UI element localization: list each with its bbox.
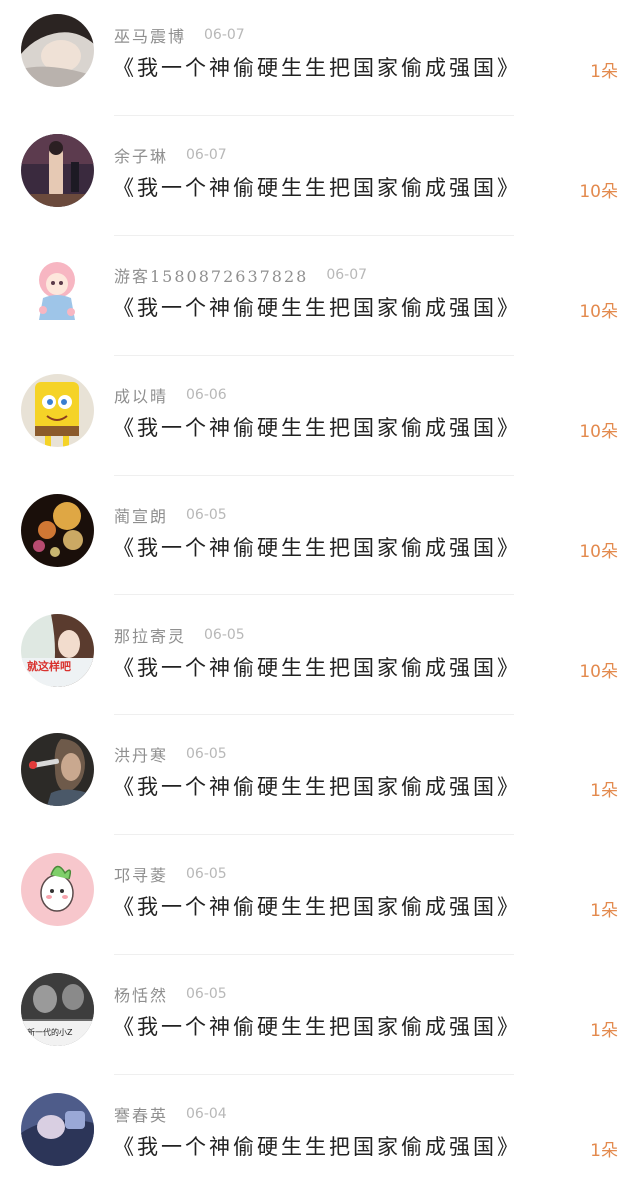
list-item[interactable]: 洪丹寒 06-05 《我一个神偷硬生生把国家偷成强国》 1朵: [0, 719, 640, 839]
user-name: 那拉寄灵: [114, 626, 187, 646]
gift-count: 10朵: [579, 301, 618, 322]
avatar-caption: 就这样吧: [27, 659, 71, 673]
date: 06-05: [204, 626, 245, 643]
divider: [114, 474, 514, 476]
list-item[interactable]: 新一代的小Z 杨恬然 06-05 《我一个神偷硬生生把国家偷成强国》 1朵: [0, 959, 640, 1079]
book-title: 《我一个神偷硬生生把国家偷成强国》: [113, 655, 521, 680]
date: 06-05: [186, 746, 227, 763]
book-title: 《我一个神偷硬生生把国家偷成强国》: [113, 295, 521, 320]
list-item[interactable]: 游客1580872637828 06-07 《我一个神偷硬生生把国家偷成强国》 …: [0, 240, 640, 360]
user-name: 蔺宣朗: [114, 506, 169, 526]
name-line: 洪丹寒 06-05: [114, 743, 227, 765]
date: 06-07: [204, 27, 245, 43]
name-line: 余子琳 06-07: [114, 144, 227, 166]
book-title: 《我一个神偷硬生生把国家偷成强国》: [113, 775, 521, 800]
date: 06-06: [186, 386, 227, 403]
list-item[interactable]: 就这样吧 那拉寄灵 06-05 《我一个神偷硬生生把国家偷成强国》 10朵: [0, 600, 640, 720]
avatar-caption: 新一代的小Z: [27, 1027, 73, 1037]
book-title: 《我一个神偷硬生生把国家偷成强国》: [113, 535, 521, 560]
date: 06-07: [186, 146, 227, 163]
gift-count: 1朵: [590, 1021, 618, 1042]
gift-count: 10朵: [579, 421, 618, 442]
date: 06-07: [326, 266, 368, 283]
avatar[interactable]: [21, 853, 94, 927]
name-line: 杨恬然 06-05: [114, 983, 227, 1005]
divider: [114, 834, 514, 836]
user-name: 余子琳: [114, 146, 169, 166]
avatar[interactable]: [21, 373, 94, 447]
avatar[interactable]: [21, 14, 94, 87]
name-line: 謇春英 06-04: [114, 1103, 227, 1125]
divider: [114, 114, 514, 116]
book-title: 《我一个神偷硬生生把国家偷成强国》: [113, 175, 521, 200]
avatar[interactable]: [21, 733, 94, 807]
user-name: 邛寻菱: [114, 866, 169, 886]
gift-count: 1朵: [590, 781, 618, 802]
list-item[interactable]: 蔺宣朗 06-05 《我一个神偷硬生生把国家偷成强国》 10朵: [0, 480, 640, 600]
avatar[interactable]: [21, 1093, 94, 1167]
book-title: 《我一个神偷硬生生把国家偷成强国》: [113, 1135, 521, 1160]
divider: [114, 954, 514, 956]
date: 06-05: [186, 506, 227, 523]
user-name: 游客1580872637828: [114, 266, 309, 286]
gift-list: 巫马震博 06-07 《我一个神偷硬生生把国家偷成强国》 1朵 余子琳 06-0…: [0, 0, 640, 1199]
avatar[interactable]: 新一代的小Z: [21, 973, 94, 1047]
user-name: 謇春英: [114, 1106, 169, 1126]
list-item[interactable]: 余子琳 06-07 《我一个神偷硬生生把国家偷成强国》 10朵: [0, 120, 640, 240]
name-line: 蔺宣朗 06-05: [114, 504, 227, 526]
gift-count: 1朵: [590, 901, 618, 922]
divider: [114, 594, 514, 596]
gift-count: 10朵: [579, 181, 618, 202]
name-line: 巫马震博 06-07: [114, 24, 245, 46]
list-item[interactable]: 成以晴 06-06 《我一个神偷硬生生把国家偷成强国》 10朵: [0, 360, 640, 480]
book-title: 《我一个神偷硬生生把国家偷成强国》: [113, 56, 521, 80]
user-name: 洪丹寒: [114, 746, 169, 766]
name-line: 游客1580872637828 06-07: [114, 264, 367, 286]
divider: [114, 714, 514, 716]
name-line: 那拉寄灵 06-05: [114, 624, 245, 646]
list-item[interactable]: 邛寻菱 06-05 《我一个神偷硬生生把国家偷成强国》 1朵: [0, 839, 640, 959]
gift-count: 1朵: [590, 62, 618, 82]
user-name: 成以晴: [114, 386, 169, 406]
user-name: 巫马震博: [114, 27, 187, 46]
name-line: 成以晴 06-06: [114, 384, 227, 406]
book-title: 《我一个神偷硬生生把国家偷成强国》: [113, 895, 521, 920]
gift-count: 1朵: [590, 1141, 618, 1162]
avatar[interactable]: 就这样吧: [21, 613, 94, 687]
book-title: 《我一个神偷硬生生把国家偷成强国》: [113, 1015, 521, 1040]
date: 06-05: [186, 986, 227, 1003]
user-name: 杨恬然: [114, 986, 169, 1006]
date: 06-05: [186, 866, 227, 883]
gift-count: 10朵: [579, 661, 618, 682]
name-line: 邛寻菱 06-05: [114, 863, 227, 885]
avatar[interactable]: [21, 133, 94, 207]
divider: [114, 234, 514, 236]
gift-count: 10朵: [579, 541, 618, 562]
avatar[interactable]: [21, 493, 94, 567]
avatar[interactable]: [21, 253, 94, 327]
divider: [114, 354, 514, 356]
book-title: 《我一个神偷硬生生把国家偷成强国》: [113, 415, 521, 440]
date: 06-04: [186, 1106, 227, 1123]
divider: [114, 1074, 514, 1076]
list-item[interactable]: 巫马震博 06-07 《我一个神偷硬生生把国家偷成强国》 1朵: [0, 0, 640, 120]
list-item[interactable]: 謇春英 06-04 《我一个神偷硬生生把国家偷成强国》 1朵: [0, 1079, 640, 1199]
